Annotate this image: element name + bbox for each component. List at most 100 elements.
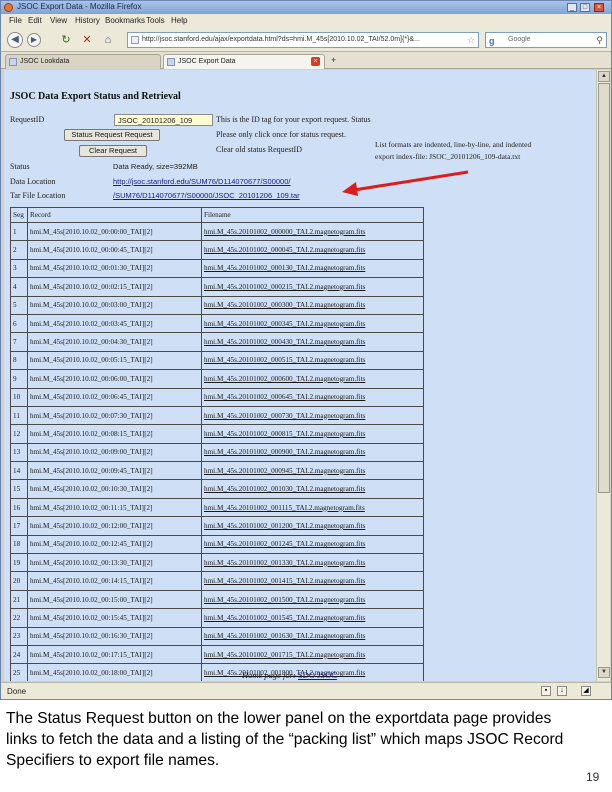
tab-jsoc-lookdata[interactable]: JSOC Lookdata bbox=[5, 54, 161, 69]
seg-cell: 21 bbox=[10, 589, 28, 610]
firefox-icon bbox=[4, 3, 13, 12]
page-favicon bbox=[9, 58, 17, 66]
menu-file[interactable]: File bbox=[9, 16, 22, 25]
resize-grip-icon[interactable]: ◢ bbox=[581, 686, 591, 696]
column-header-filename: Filename bbox=[201, 207, 424, 223]
table-row: 1 hmi.M_45s[2010.10.02_00:00:00_TAI][2] hm… bbox=[10, 221, 424, 242]
stop-icon[interactable]: ✕ bbox=[80, 33, 94, 47]
list-hint-line1: List formats are indented, line-by-line,… bbox=[375, 140, 532, 149]
table-row: 20 hmi.M_45s[2010.10.02_00:14:15_TAI][2] h… bbox=[10, 571, 424, 591]
forward-button[interactable]: ▶ bbox=[27, 33, 41, 47]
menu-bar: File Edit View History Bookmarks Tools H… bbox=[1, 14, 611, 28]
filename-link[interactable]: hmi.M_45s.20101002_001200_TAI.2.magnetog… bbox=[201, 516, 424, 536]
filename-link[interactable]: hmi.M_45s.20101002_000345_TAI.2.magnetog… bbox=[201, 313, 424, 334]
download-icon[interactable]: ↓ bbox=[557, 686, 567, 696]
scroll-down-icon[interactable]: ▼ bbox=[598, 667, 610, 678]
filename-link[interactable]: hmi.M_45s.20101002_000130_TAI.2.magnetog… bbox=[201, 258, 424, 279]
filename-link[interactable]: hmi.M_45s.20101002_001030_TAI.2.magnetog… bbox=[201, 479, 424, 499]
filename-link[interactable]: hmi.M_45s.20101002_000730_TAI.2.magnetog… bbox=[201, 405, 424, 426]
seg-cell: 16 bbox=[10, 497, 28, 518]
filename-link[interactable]: hmi.M_45s.20101002_000430_TAI.2.magnetog… bbox=[201, 332, 424, 352]
scrollbar-thumb[interactable] bbox=[598, 83, 610, 493]
table-header-row: Seg Record Filename bbox=[10, 207, 424, 223]
seg-cell: 3 bbox=[10, 258, 28, 279]
home-icon[interactable]: ⌂ bbox=[101, 33, 115, 47]
record-cell: hmi.M_45s[2010.10.02_00:08:15_TAI][2] bbox=[27, 424, 202, 444]
table-row: 15 hmi.M_45s[2010.10.02_00:10:30_TAI][2] h… bbox=[10, 479, 424, 499]
bookmark-star-icon[interactable]: ☆ bbox=[467, 33, 475, 47]
close-window-button[interactable]: × bbox=[594, 3, 604, 12]
tar-file-link[interactable]: /SUM76/D114070677/S00000/JSOC_20101206_1… bbox=[110, 190, 342, 202]
filename-link[interactable]: hmi.M_45s.20101002_001415_TAI.2.magnetog… bbox=[201, 571, 424, 591]
url-bar[interactable]: http://jsoc.stanford.edu/ajax/exportdata… bbox=[127, 32, 479, 48]
seg-cell: 20 bbox=[10, 571, 28, 591]
request-id-hint: This is the ID tag for your export reque… bbox=[216, 115, 371, 124]
filename-link[interactable]: hmi.M_45s.20101002_000300_TAI.2.magnetog… bbox=[201, 295, 424, 315]
filename-link[interactable]: hmi.M_45s.20101002_001245_TAI.2.magnetog… bbox=[201, 534, 424, 555]
filename-link[interactable]: hmi.M_45s.20101002_000515_TAI.2.magnetog… bbox=[201, 350, 424, 371]
menu-tools[interactable]: Tools bbox=[146, 16, 165, 25]
seg-cell: 10 bbox=[10, 387, 28, 407]
sdo-jsoc-link[interactable]: SDO JSOC bbox=[298, 670, 337, 680]
table-row: 25 hmi.M_45s[2010.10.02_00:18:00_TAI][2] h… bbox=[10, 663, 424, 681]
filename-link[interactable]: hmi.M_45s.20101002_001715_TAI.2.magnetog… bbox=[201, 644, 424, 665]
table-row: 21 hmi.M_45s[2010.10.02_00:15:00_TAI][2] h… bbox=[10, 589, 424, 610]
table-row: 11 hmi.M_45s[2010.10.02_00:07:30_TAI][2] h… bbox=[10, 405, 424, 426]
table-row: 10 hmi.M_45s[2010.10.02_00:06:45_TAI][2] h… bbox=[10, 387, 424, 407]
filename-link[interactable]: hmi.M_45s.20101002_000215_TAI.2.magnetog… bbox=[201, 277, 424, 297]
table-row: 8 hmi.M_45s[2010.10.02_00:05:15_TAI][2] hm… bbox=[10, 350, 424, 371]
search-input[interactable]: g Google ⚲ bbox=[485, 32, 607, 48]
record-cell: hmi.M_45s[2010.10.02_00:01:30_TAI][2] bbox=[27, 258, 202, 279]
table-row: 19 hmi.M_45s[2010.10.02_00:13:30_TAI][2] h… bbox=[10, 553, 424, 573]
seg-cell: 25 bbox=[10, 663, 28, 681]
table-row: 12 hmi.M_45s[2010.10.02_00:08:15_TAI][2] h… bbox=[10, 424, 424, 444]
status-text: Done bbox=[7, 687, 27, 696]
filename-link[interactable]: hmi.M_45s.20101002_000000_TAI.2.magnetog… bbox=[201, 221, 424, 242]
filename-link[interactable]: hmi.M_45s.20101002_001330_TAI.2.magnetog… bbox=[201, 553, 424, 573]
filename-link[interactable]: hmi.M_45s.20101002_000600_TAI.2.magnetog… bbox=[201, 369, 424, 389]
record-cell: hmi.M_45s[2010.10.02_00:03:00_TAI][2] bbox=[27, 295, 202, 315]
forward-arrow-icon: ▶ bbox=[30, 35, 38, 44]
reload-icon[interactable]: ↻ bbox=[59, 33, 73, 47]
addon-icon[interactable]: ▪ bbox=[541, 686, 551, 696]
tab-jsoc-export-data[interactable]: JSOC Export Data × bbox=[163, 54, 325, 69]
close-tab-icon[interactable]: × bbox=[311, 57, 320, 66]
maximize-button[interactable]: □ bbox=[580, 3, 590, 12]
arrow-head bbox=[342, 182, 358, 196]
filename-link[interactable]: hmi.M_45s.20101002_000945_TAI.2.magnetog… bbox=[201, 461, 424, 481]
menu-bookmarks[interactable]: Bookmarks bbox=[105, 16, 145, 25]
filename-link[interactable]: hmi.M_45s.20101002_000815_TAI.2.magnetog… bbox=[201, 424, 424, 444]
minimize-button[interactable]: _ bbox=[567, 3, 577, 12]
scroll-up-icon[interactable]: ▲ bbox=[598, 71, 610, 82]
page-icon bbox=[131, 36, 139, 44]
clear-request-button[interactable]: Clear Request bbox=[79, 145, 147, 157]
search-placeholder: Google bbox=[508, 36, 531, 43]
filename-link[interactable]: hmi.M_45s.20101002_001500_TAI.2.magnetog… bbox=[201, 589, 424, 610]
filename-link[interactable]: hmi.M_45s.20101002_001545_TAI.2.magnetog… bbox=[201, 608, 424, 628]
menu-history[interactable]: History bbox=[75, 16, 100, 25]
menu-edit[interactable]: Edit bbox=[28, 16, 42, 25]
search-icon[interactable]: ⚲ bbox=[596, 33, 603, 47]
menu-view[interactable]: View bbox=[50, 16, 67, 25]
menu-help[interactable]: Help bbox=[171, 16, 187, 25]
list-hint-line2: export index-file: JSOC_20101206_109-dat… bbox=[375, 152, 521, 161]
filename-link[interactable]: hmi.M_45s.20101002_001115_TAI.2.magnetog… bbox=[201, 497, 424, 518]
status-request-button[interactable]: Status Request Request bbox=[64, 129, 160, 141]
filename-link[interactable]: hmi.M_45s.20101002_000045_TAI.2.magnetog… bbox=[201, 240, 424, 260]
vertical-scrollbar[interactable]: ▲ ▼ bbox=[596, 70, 610, 681]
request-id-input[interactable]: JSOC_20101206_109 bbox=[114, 114, 213, 126]
record-cell: hmi.M_45s[2010.10.02_00:11:15_TAI][2] bbox=[27, 497, 202, 518]
back-button[interactable]: ◀ bbox=[7, 32, 23, 48]
filename-link[interactable]: hmi.M_45s.20101002_001630_TAI.2.magnetog… bbox=[201, 626, 424, 646]
status-bar: Done ▪ ↓ ◢ bbox=[1, 682, 611, 699]
filename-link[interactable]: hmi.M_45s.20101002_000645_TAI.2.magnetog… bbox=[201, 387, 424, 407]
filename-link[interactable]: hmi.M_45s.20101002_000900_TAI.2.magnetog… bbox=[201, 442, 424, 463]
seg-cell: 15 bbox=[10, 479, 28, 499]
record-cell: hmi.M_45s[2010.10.02_00:06:45_TAI][2] bbox=[27, 387, 202, 407]
record-cell: hmi.M_45s[2010.10.02_00:05:15_TAI][2] bbox=[27, 350, 202, 371]
data-location-link[interactable]: http://jsoc.stanford.edu/SUM76/D11407067… bbox=[110, 176, 328, 188]
seg-cell: 22 bbox=[10, 608, 28, 628]
new-tab-button[interactable]: + bbox=[331, 55, 336, 65]
record-cell: hmi.M_45s[2010.10.02_00:12:00_TAI][2] bbox=[27, 516, 202, 536]
slide-number: 19 bbox=[586, 770, 600, 784]
